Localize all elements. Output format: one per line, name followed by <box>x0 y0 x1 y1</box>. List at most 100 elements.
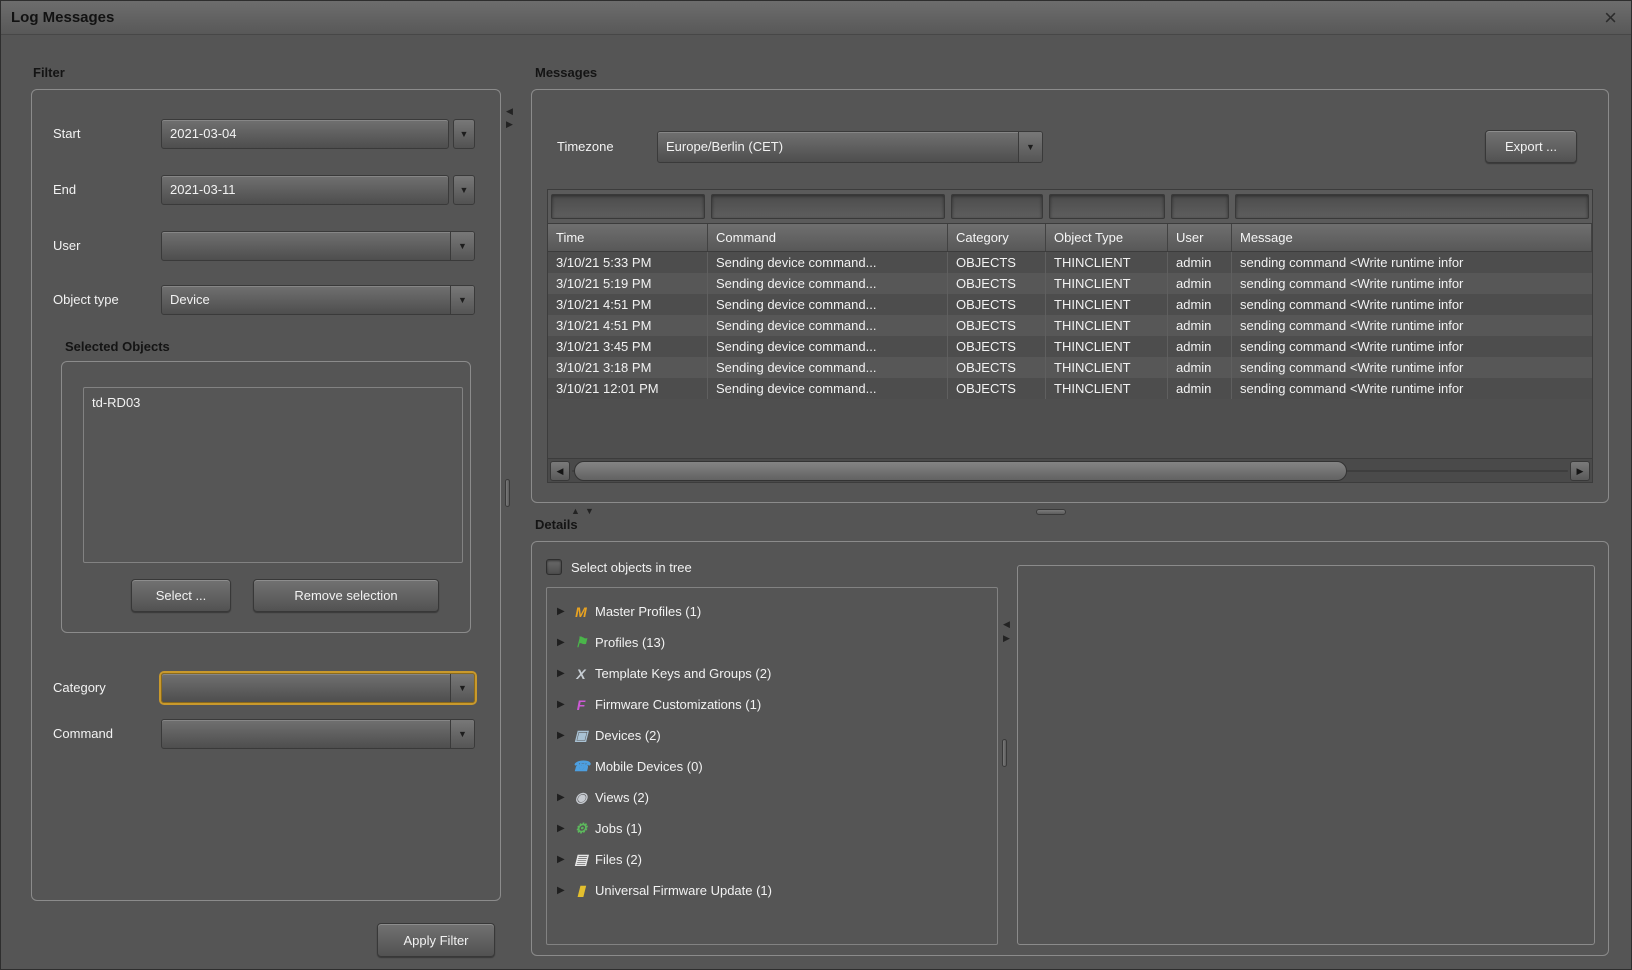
scrollbar-thumb[interactable] <box>574 461 1347 481</box>
select-objects-in-tree-label: Select objects in tree <box>571 559 692 577</box>
tree-item[interactable]: ▶ ☎ Mobile Devices (0) <box>547 751 997 782</box>
chevron-down-icon[interactable]: ▼ <box>450 286 474 314</box>
chevron-down-icon[interactable]: ▼ <box>1018 132 1042 162</box>
object-type-filter-input[interactable] <box>1049 194 1165 219</box>
expander-icon[interactable]: ▶ <box>557 885 571 896</box>
tree-item[interactable]: ▶ F Firmware Customizations (1) <box>547 689 997 720</box>
log-row[interactable]: 3/10/21 4:51 PM Sending device command..… <box>548 315 1592 336</box>
log-row[interactable]: 3/10/21 3:18 PM Sending device command..… <box>548 357 1592 378</box>
expander-icon[interactable]: ▶ <box>557 792 571 803</box>
tree-item[interactable]: ▶ ▮ Universal Firmware Update (1) <box>547 875 997 906</box>
log-row[interactable]: 3/10/21 4:51 PM Sending device command..… <box>548 294 1592 315</box>
export-button[interactable]: Export ... <box>1485 130 1577 163</box>
scroll-left-icon[interactable]: ◀ <box>550 461 570 481</box>
apply-filter-button[interactable]: Apply Filter <box>377 923 495 957</box>
expander-icon[interactable]: ▶ <box>557 668 571 679</box>
column-header[interactable]: Object Type <box>1046 224 1168 251</box>
expand-down-icon[interactable]: ▼ <box>585 506 594 516</box>
expander-icon[interactable]: ▶ <box>557 699 571 710</box>
selected-object-item[interactable]: td-RD03 <box>92 394 454 412</box>
collapse-left-icon[interactable]: ◀ <box>1003 619 1010 629</box>
expander-icon[interactable]: ▶ <box>557 637 571 648</box>
horizontal-splitter-grip[interactable] <box>1036 509 1066 515</box>
remove-selection-button[interactable]: Remove selection <box>253 579 439 612</box>
expander-icon[interactable]: ▶ <box>557 606 571 617</box>
tree-item[interactable]: ▶ M Master Profiles (1) <box>547 596 997 627</box>
collapse-left-icon[interactable]: ◀ <box>506 106 513 116</box>
select-objects-button[interactable]: Select ... <box>131 579 231 612</box>
scroll-right-icon[interactable]: ▶ <box>1570 461 1590 481</box>
message-detail-textarea[interactable] <box>1017 565 1595 945</box>
object-type-combobox[interactable]: Device ▼ <box>161 285 475 315</box>
details-splitter-grip[interactable] <box>1002 739 1007 767</box>
timezone-combobox[interactable]: Europe/Berlin (CET) ▼ <box>657 131 1043 163</box>
titlebar[interactable]: Log Messages × <box>1 1 1631 35</box>
close-icon[interactable]: × <box>1604 3 1617 33</box>
filter-cell-object-type <box>1046 190 1168 223</box>
chevron-down-icon[interactable]: ▼ <box>450 232 474 260</box>
filter-group-label: Filter <box>33 65 65 80</box>
expander-icon[interactable]: ▶ <box>557 823 571 834</box>
cell-object-type: THINCLIENT <box>1046 357 1168 378</box>
column-header[interactable]: Message <box>1232 224 1592 251</box>
start-date-input[interactable]: 2021-03-04 <box>161 119 449 149</box>
user-filter-input[interactable] <box>1171 194 1229 219</box>
start-date-dropdown-button[interactable]: ▼ <box>453 119 475 149</box>
cell-time: 3/10/21 4:51 PM <box>548 294 708 315</box>
log-row[interactable]: 3/10/21 5:33 PM Sending device command..… <box>548 252 1592 273</box>
log-table-header: Time Command Category Object Type User M… <box>548 224 1592 252</box>
collapse-up-icon[interactable]: ▲ <box>571 506 580 516</box>
views-icon: ◉ <box>571 789 591 806</box>
log-table: Time Command Category Object Type User M… <box>547 189 1593 483</box>
expander-icon[interactable]: ▶ <box>557 730 571 741</box>
column-header[interactable]: Command <box>708 224 948 251</box>
expander-icon[interactable]: ▶ <box>557 854 571 865</box>
tree-item[interactable]: ▶ ⚑ Profiles (13) <box>547 627 997 658</box>
column-header[interactable]: User <box>1168 224 1232 251</box>
horizontal-scrollbar[interactable]: ◀ ▶ <box>548 458 1592 482</box>
user-combobox[interactable]: ▼ <box>161 231 475 261</box>
filter-cell-command <box>708 190 948 223</box>
timezone-label: Timezone <box>557 132 614 162</box>
cell-message: sending command <Write runtime infor <box>1232 252 1592 273</box>
category-combobox[interactable]: ▼ <box>161 673 475 703</box>
tree-item-label: Views (2) <box>591 790 649 805</box>
command-filter-input[interactable] <box>711 194 945 219</box>
expand-right-icon[interactable]: ▶ <box>1003 633 1010 643</box>
chevron-down-icon[interactable]: ▼ <box>450 674 474 702</box>
filter-cell-category <box>948 190 1046 223</box>
cell-category: OBJECTS <box>948 273 1046 294</box>
tree-item[interactable]: ▶ ▣ Devices (2) <box>547 720 997 751</box>
end-date-input[interactable]: 2021-03-11 <box>161 175 449 205</box>
tree-item[interactable]: ▶ X Template Keys and Groups (2) <box>547 658 997 689</box>
log-row[interactable]: 3/10/21 3:45 PM Sending device command..… <box>548 336 1592 357</box>
tree-item-label: Profiles (13) <box>591 635 665 650</box>
cell-category: OBJECTS <box>948 336 1046 357</box>
object-type-value: Device <box>162 286 450 314</box>
cell-command: Sending device command... <box>708 336 948 357</box>
column-header[interactable]: Category <box>948 224 1046 251</box>
vertical-splitter-grip[interactable] <box>505 479 510 507</box>
window-title: Log Messages <box>11 9 114 26</box>
message-filter-input[interactable] <box>1235 194 1589 219</box>
select-objects-in-tree-checkbox[interactable] <box>546 559 562 575</box>
log-row[interactable]: 3/10/21 12:01 PM Sending device command.… <box>548 378 1592 399</box>
column-header[interactable]: Time <box>548 224 708 251</box>
end-date-dropdown-button[interactable]: ▼ <box>453 175 475 205</box>
tree-item[interactable]: ▶ ⚙ Jobs (1) <box>547 813 997 844</box>
start-label: Start <box>53 119 80 149</box>
cell-object-type: THINCLIENT <box>1046 336 1168 357</box>
command-combobox[interactable]: ▼ <box>161 719 475 749</box>
log-row[interactable]: 3/10/21 5:19 PM Sending device command..… <box>548 273 1592 294</box>
tree-item[interactable]: ▶ ▤ Files (2) <box>547 844 997 875</box>
chevron-down-icon[interactable]: ▼ <box>450 720 474 748</box>
cell-object-type: THINCLIENT <box>1046 273 1168 294</box>
expand-right-icon[interactable]: ▶ <box>506 119 513 129</box>
cell-user: admin <box>1168 357 1232 378</box>
time-filter-input[interactable] <box>551 194 705 219</box>
tree-item[interactable]: ▶ ◉ Views (2) <box>547 782 997 813</box>
filter-cell-time <box>548 190 708 223</box>
selected-objects-list[interactable]: td-RD03 <box>83 387 463 563</box>
category-filter-input[interactable] <box>951 194 1043 219</box>
cell-message: sending command <Write runtime infor <box>1232 357 1592 378</box>
